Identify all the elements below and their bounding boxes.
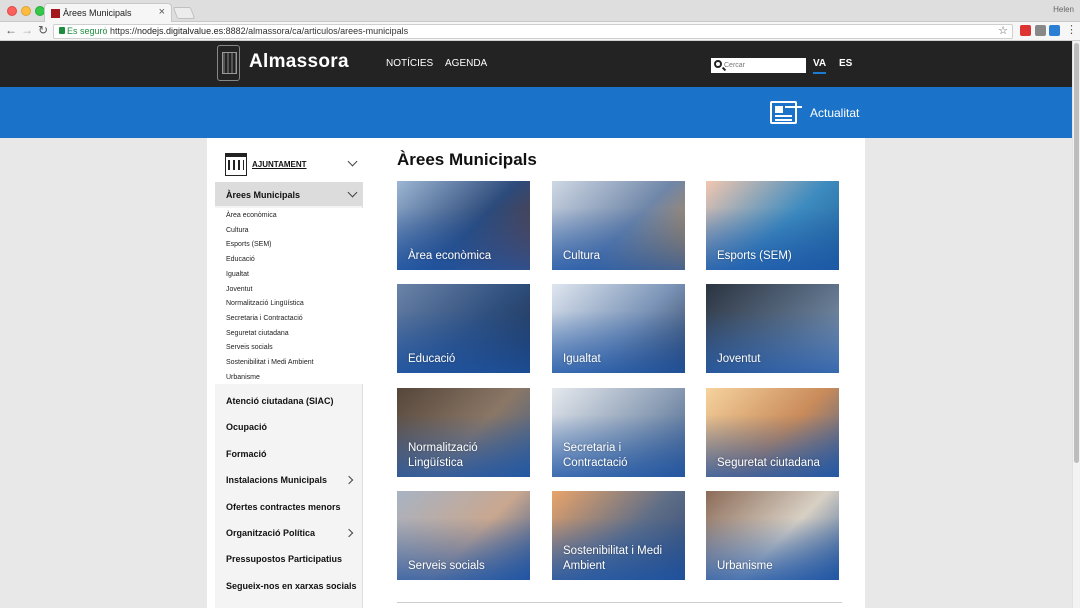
browser-tab[interactable]: Àrees Municipals × <box>44 3 172 22</box>
bookmark-star-icon[interactable]: ☆ <box>998 24 1008 37</box>
sidebar-subitem[interactable]: Serveis socials <box>226 344 273 351</box>
tab-title: Àrees Municipals <box>63 8 132 18</box>
area-tile-label: Educació <box>408 353 456 365</box>
lock-icon <box>59 27 65 34</box>
divider <box>397 602 842 603</box>
url-scheme: https:// <box>110 26 138 36</box>
forward-arrow-icon[interactable]: → <box>20 23 34 37</box>
search-box[interactable] <box>711 58 806 73</box>
site-logo-text[interactable]: Almassora <box>249 51 349 73</box>
area-tile-label: Joventut <box>717 353 761 365</box>
sidebar-link[interactable]: Atenció ciutadana (SIAC) <box>226 396 334 406</box>
area-tile-label: Secretaria i Contractació <box>563 442 628 469</box>
sidebar-subitem[interactable]: Igualtat <box>226 271 249 278</box>
nav-noticies[interactable]: NOTÍCIES <box>386 58 433 69</box>
close-window-button[interactable] <box>7 6 17 16</box>
sidebar-section-arees[interactable]: Àrees Municipals <box>215 182 363 206</box>
area-tile[interactable]: Esports (SEM) <box>706 181 839 270</box>
profile-name[interactable]: Helen <box>1053 5 1074 14</box>
url-host: nodejs.digitalvalue.es <box>137 26 224 36</box>
section-band: Actualitat <box>0 87 1072 138</box>
page-content: AJUNTAMENT Àrees Municipals Àrea econòmi… <box>207 138 865 608</box>
band-title[interactable]: Actualitat <box>810 106 859 120</box>
area-tile[interactable]: Normalització Lingüística <box>397 388 530 477</box>
new-tab-button[interactable] <box>172 7 196 19</box>
sidebar-section-label: Àrees Municipals <box>226 190 301 200</box>
area-tile-label: Sostenibilitat i Medi Ambient <box>563 545 663 572</box>
address-bar[interactable]: Es seguro | https://nodejs.digitalvalue.… <box>53 24 1013 39</box>
area-tile[interactable]: Igualtat <box>552 284 685 373</box>
sidebar-header-ajuntament[interactable]: AJUNTAMENT <box>215 148 363 182</box>
extension-icon[interactable] <box>1035 25 1046 36</box>
secure-label: Es seguro <box>67 26 108 36</box>
sidebar-subitem[interactable]: Joventut <box>226 286 252 293</box>
page-title: Àrees Municipals <box>397 150 537 169</box>
area-tile-label: Normalització Lingüística <box>408 442 478 469</box>
area-tile-label: Cultura <box>563 250 601 262</box>
reload-icon[interactable]: ↻ <box>36 23 50 37</box>
area-tile[interactable]: Educació <box>397 284 530 373</box>
browser-menu-icon[interactable]: ⋮ <box>1066 23 1077 36</box>
sidebar-sublist: Àrea econòmica Cultura Esports (SEM) Educac… <box>215 208 363 384</box>
area-tile-label: Seguretat ciutadana <box>717 457 820 469</box>
sidebar-header-label: AJUNTAMENT <box>252 160 307 169</box>
sidebar-subitem[interactable]: Esports (SEM) <box>226 241 272 248</box>
area-tile[interactable]: Àrea econòmica <box>397 181 530 270</box>
search-input[interactable] <box>724 58 804 73</box>
chevron-right-icon[interactable] <box>344 475 354 485</box>
browser-tabstrip: Àrees Municipals × Helen <box>0 0 1080 22</box>
sidebar-subitem[interactable]: Àrea econòmica <box>226 212 277 219</box>
minimize-window-button[interactable] <box>21 6 31 16</box>
url-path: :8882/almassora/ca/articulos/arees-munic… <box>223 26 409 36</box>
area-tile-label: Serveis socials <box>408 560 485 572</box>
sidebar-link[interactable]: Formació <box>226 449 267 459</box>
site-header: Almassora NOTÍCIES AGENDA VA ES <box>0 41 1072 87</box>
search-icon[interactable] <box>714 60 722 68</box>
area-tile[interactable]: Cultura <box>552 181 685 270</box>
extension-icon[interactable] <box>1020 25 1031 36</box>
sidebar: AJUNTAMENT Àrees Municipals Àrea econòmi… <box>215 148 363 608</box>
area-tile[interactable]: Urbanisme <box>706 491 839 580</box>
town-crest-icon[interactable] <box>217 45 240 81</box>
language-va[interactable]: VA <box>813 58 827 74</box>
chevron-down-icon[interactable] <box>347 156 358 167</box>
url-text[interactable]: https://nodejs.digitalvalue.es:8882/alma… <box>110 26 408 36</box>
sidebar-link[interactable]: Pressupostos Participatius <box>226 554 342 564</box>
nav-agenda[interactable]: AGENDA <box>445 58 487 69</box>
area-tile-label: Àrea econòmica <box>408 250 492 262</box>
newspaper-icon <box>770 101 797 124</box>
extension-icon[interactable] <box>1049 25 1060 36</box>
area-tile[interactable]: Secretaria i Contractació <box>552 388 685 477</box>
chevron-down-icon[interactable] <box>347 187 358 198</box>
sidebar-subitem[interactable]: Normalització Lingüística <box>226 300 304 307</box>
area-tile-label: Esports (SEM) <box>717 250 792 262</box>
area-tile[interactable]: Sostenibilitat i Medi Ambient <box>552 491 685 580</box>
browser-toolbar: ← → ↻ Es seguro | https://nodejs.digital… <box>0 22 1080 41</box>
tab-close-icon[interactable]: × <box>159 6 165 18</box>
language-es[interactable]: ES <box>839 58 852 69</box>
sidebar-subitem[interactable]: Secretaria i Contractació <box>226 315 303 322</box>
favicon-icon <box>51 9 60 18</box>
page-scrollbar[interactable] <box>1072 41 1080 608</box>
area-tile-label: Igualtat <box>563 353 601 365</box>
town-hall-icon <box>225 153 247 176</box>
back-arrow-icon[interactable]: ← <box>4 23 18 37</box>
area-tile[interactable]: Serveis socials <box>397 491 530 580</box>
sidebar-subitem[interactable]: Cultura <box>226 227 249 234</box>
sidebar-link[interactable]: Segueix-nos en xarxas socials <box>226 581 357 591</box>
sidebar-link[interactable]: Organització Política <box>226 528 315 538</box>
scrollbar-thumb[interactable] <box>1074 43 1079 463</box>
sidebar-subitem[interactable]: Seguretat ciutadana <box>226 330 289 337</box>
sidebar-subitem[interactable]: Urbanisme <box>226 374 260 381</box>
sidebar-subitem[interactable]: Sostenibilitat i Medi Ambient <box>226 359 314 366</box>
area-tile[interactable]: Seguretat ciutadana <box>706 388 839 477</box>
area-tile-label: Urbanisme <box>717 560 773 572</box>
chevron-right-icon[interactable] <box>344 528 354 538</box>
sidebar-link[interactable]: Instalacions Municipals <box>226 475 327 485</box>
url-separator: | <box>104 25 107 35</box>
sidebar-link[interactable]: Ofertes contractes menors <box>226 502 341 512</box>
area-tile[interactable]: Joventut <box>706 284 839 373</box>
sidebar-subitem[interactable]: Educació <box>226 256 255 263</box>
sidebar-link[interactable]: Ocupació <box>226 422 267 432</box>
